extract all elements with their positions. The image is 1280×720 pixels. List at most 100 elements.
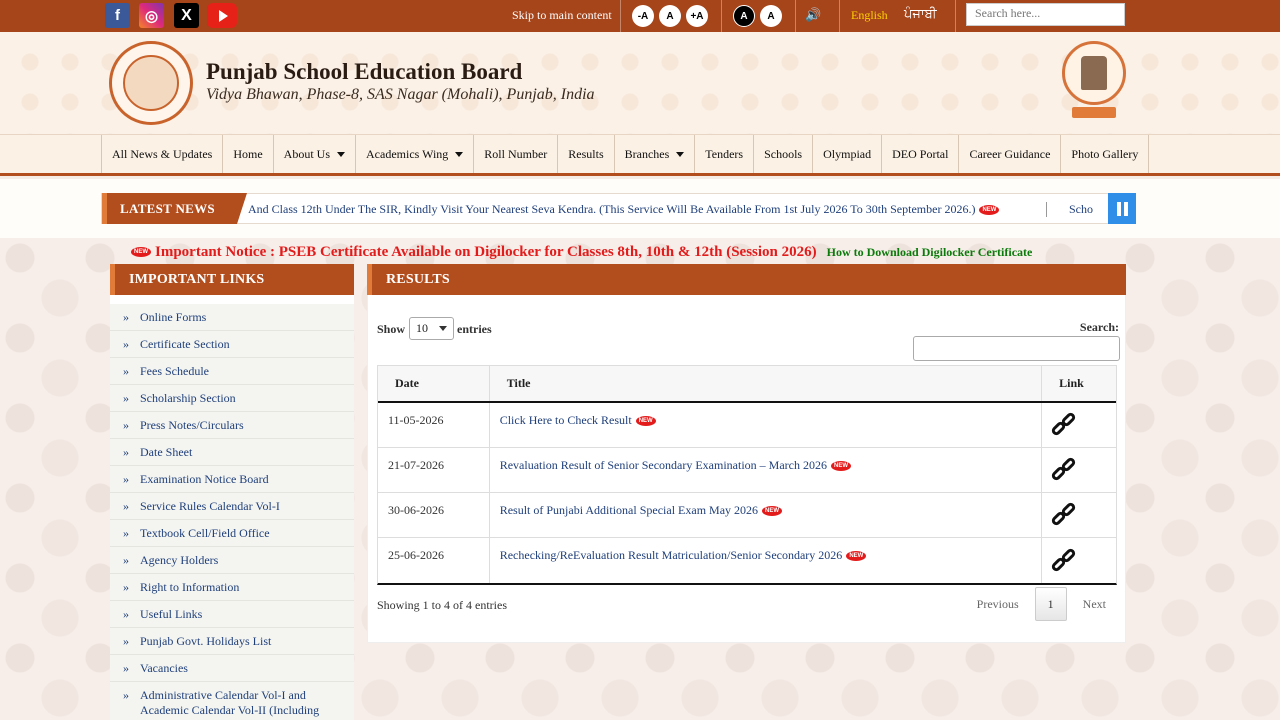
nav-item-branches[interactable]: Branches [615,135,696,173]
row-title-link[interactable]: Revaluation Result of Senior Secondary E… [490,448,1043,492]
table-header: Date Title Link [378,366,1116,403]
ticker-news-item[interactable]: And Class 12th Under The SIR, Kindly Vis… [248,202,1000,217]
sidebar-link[interactable]: » Right to Information [110,574,354,601]
table-row: 25-06-2026 Rechecking/ReEvaluation Result… [378,538,1116,583]
nav-item-all-news-updates[interactable]: All News & Updates [101,135,224,173]
sidebar-link[interactable]: » Textbook Cell/Field Office [110,520,354,547]
sidebar-link[interactable]: » Agency Holders [110,547,354,574]
pseb-logo[interactable] [109,41,193,125]
row-link[interactable] [1042,538,1116,583]
pagination-page-1[interactable]: 1 [1034,587,1067,621]
language-english-link[interactable]: English [851,8,888,23]
sidebar-link[interactable]: » Press Notes/Circulars [110,412,354,439]
link-icon[interactable] [1050,546,1078,574]
youtube-icon[interactable] [207,3,237,28]
row-title-link[interactable]: Rechecking/ReEvaluation Result Matricula… [490,538,1043,583]
skip-to-main-link[interactable]: Skip to main content [512,8,612,23]
nav-item-olympiad[interactable]: Olympiad [813,135,883,173]
sidebar-link-label: Agency Holders [140,552,219,567]
row-link[interactable] [1042,403,1116,447]
column-header-link[interactable]: Link [1042,366,1116,401]
double-chevron-icon: » [123,688,129,702]
sidebar-link[interactable]: » Online Forms [110,304,354,331]
link-icon[interactable] [1050,456,1078,483]
row-date: 30-06-2026 [378,493,490,537]
sidebar-link[interactable]: » Scholarship Section [110,385,354,412]
screen-reader-icon[interactable]: 🔊 [805,7,821,23]
double-chevron-icon: » [123,390,129,405]
double-chevron-icon: » [123,498,129,513]
nav-item-academics-wing[interactable]: Academics Wing [356,135,475,173]
font-reset-button[interactable]: A [659,5,681,27]
row-link[interactable] [1042,493,1116,537]
nav-item-label: Schools [764,146,803,161]
pagination-previous[interactable]: Previous [967,587,1029,621]
sidebar-link[interactable]: » Punjab Govt. Holidays List [110,628,354,655]
double-chevron-icon: » [123,579,129,594]
row-link[interactable] [1042,448,1116,492]
font-decrease-button[interactable]: -A [632,5,654,27]
site-title: Punjab School Education Board [206,59,523,84]
double-chevron-icon: » [123,444,129,459]
new-badge-icon: NEW [830,461,851,472]
language-punjabi-link[interactable]: ਪੰਜਾਬੀ [904,6,937,22]
nav-item-label: Career Guidance [969,146,1051,161]
divider [795,0,796,32]
notice-link[interactable]: Important Notice : PSEB Certificate Avai… [155,244,817,260]
double-chevron-icon: » [123,525,129,540]
sidebar-link-label: Right to Information [140,579,240,594]
nav-item-tenders[interactable]: Tenders [695,135,755,173]
nav-item-about-us[interactable]: About Us [274,135,356,173]
pagination-next[interactable]: Next [1073,587,1116,621]
nav-item-career-guidance[interactable]: Career Guidance [959,135,1062,173]
instagram-icon[interactable]: ◎ [139,3,164,28]
new-badge-icon: NEW [131,247,151,258]
double-chevron-icon: » [123,417,129,432]
sidebar-link[interactable]: » Useful Links [110,601,354,628]
sidebar-link[interactable]: » Date Sheet [110,439,354,466]
show-label: Show [377,322,406,336]
results-panel: RESULTS Show 10 entries Search: Date Tit… [367,264,1126,643]
double-chevron-icon: » [123,471,129,486]
link-icon[interactable] [1050,411,1078,438]
nav-item-results[interactable]: Results [558,135,615,173]
sidebar-link[interactable]: » Vacancies [110,655,354,682]
link-icon[interactable] [1050,501,1078,528]
sidebar-link-label: Administrative Calendar Vol-I and Academ… [140,688,320,720]
sidebar-link-label: Fees Schedule [140,363,209,378]
nav-item-label: All News & Updates [112,146,213,161]
light-contrast-button[interactable]: A [760,5,782,27]
pause-icon[interactable] [1108,193,1136,224]
site-search-input[interactable]: Search here... [966,3,1125,26]
sidebar-link[interactable]: » Certificate Section [110,331,354,358]
sidebar-link[interactable]: » Fees Schedule [110,358,354,385]
ticker-news-item-next[interactable]: Scho [1069,202,1093,217]
results-table: Date Title Link 11-05-2026 Click Here to … [377,365,1117,585]
dark-contrast-button[interactable]: A [733,5,755,27]
nav-item-deo-portal[interactable]: DEO Portal [882,135,960,173]
row-date: 11-05-2026 [378,403,490,447]
nav-item-schools[interactable]: Schools [754,135,814,173]
facebook-icon[interactable]: f [105,3,130,28]
site-subtitle: Vidya Bhawan, Phase-8, SAS Nagar (Mohali… [206,86,595,103]
x-icon[interactable]: X [174,3,199,28]
nav-item-roll-number[interactable]: Roll Number [474,135,559,173]
new-badge-icon: NEW [979,205,1000,216]
sidebar-link[interactable]: » Administrative Calendar Vol-I and Acade… [110,682,354,720]
nav-item-home[interactable]: Home [223,135,274,173]
nav-item-photo-gallery[interactable]: Photo Gallery [1061,135,1150,173]
row-title-link[interactable]: Result of Punjabi Additional Special Exa… [490,493,1043,537]
column-header-date[interactable]: Date [378,366,490,401]
sidebar-link[interactable]: » Examination Notice Board [110,466,354,493]
sidebar-link-label: Service Rules Calendar Vol-I [140,498,280,513]
digilocker-howto-link[interactable]: How to Download Digilocker Certificate [827,245,1033,259]
pagination: Previous 1 Next [967,587,1116,621]
sidebar-link[interactable]: » Service Rules Calendar Vol-I [110,493,354,520]
row-title-link[interactable]: Click Here to Check Result NEW [490,403,1043,447]
column-header-title[interactable]: Title [490,366,1043,401]
entries-per-page-select[interactable]: 10 [409,317,454,340]
font-increase-button[interactable]: +A [686,5,708,27]
nav-item-label: Roll Number [484,146,548,161]
sidebar-link-label: Textbook Cell/Field Office [140,525,270,540]
table-search-input[interactable] [913,336,1120,361]
